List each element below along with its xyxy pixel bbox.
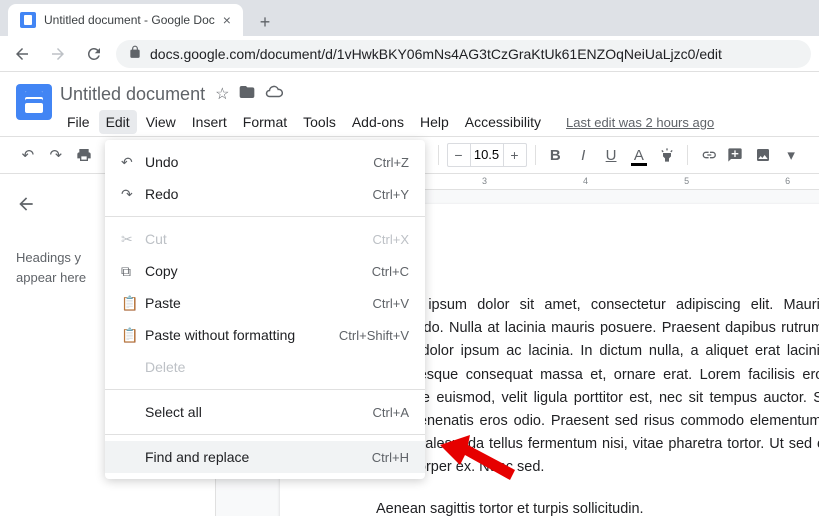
- last-edit-link[interactable]: Last edit was 2 hours ago: [566, 115, 714, 130]
- undo-button[interactable]: ↶: [16, 142, 40, 168]
- menu-item-shortcut: Ctrl+Y: [373, 187, 409, 202]
- menu-item-copy[interactable]: ⧉CopyCtrl+C: [105, 255, 425, 287]
- browser-toolbar: docs.google.com/document/d/1vHwkBKY06mNs…: [0, 36, 819, 72]
- insert-image-button[interactable]: [751, 142, 775, 168]
- menu-item-undo[interactable]: ↶UndoCtrl+Z: [105, 146, 425, 178]
- tab-title: Untitled document - Google Doc: [44, 13, 215, 27]
- redo-icon: ↷: [121, 186, 145, 203]
- menu-item-select-all[interactable]: Select allCtrl+A: [105, 396, 425, 428]
- back-button[interactable]: [8, 40, 36, 68]
- move-icon[interactable]: [239, 84, 255, 105]
- menu-item-label: Copy: [145, 263, 372, 279]
- link-icon: [700, 147, 716, 163]
- docs-favicon: [20, 12, 36, 28]
- reload-button[interactable]: [80, 40, 108, 68]
- menu-item-cut: ✂CutCtrl+X: [105, 223, 425, 255]
- docs-header: Untitled document ☆ File Edit View Inser…: [0, 72, 819, 136]
- undo-icon: ↶: [121, 154, 145, 171]
- menu-help[interactable]: Help: [413, 110, 456, 134]
- underline-button[interactable]: U: [599, 142, 623, 168]
- menu-separator: [105, 216, 425, 217]
- print-icon: [76, 147, 92, 163]
- menu-edit[interactable]: Edit: [99, 110, 137, 134]
- cut-icon: ✂: [121, 231, 145, 248]
- annotation-arrow-icon: [440, 430, 520, 495]
- forward-button[interactable]: [44, 40, 72, 68]
- address-bar[interactable]: docs.google.com/document/d/1vHwkBKY06mNs…: [116, 40, 811, 68]
- arrow-left-icon: [13, 45, 31, 63]
- edit-menu-dropdown: ↶UndoCtrl+Z↷RedoCtrl+Y✂CutCtrl+X⧉CopyCtr…: [105, 140, 425, 479]
- arrow-right-icon: [49, 45, 67, 63]
- highlight-button[interactable]: [655, 142, 679, 168]
- browser-tab[interactable]: Untitled document - Google Doc ×: [8, 4, 243, 36]
- menu-item-delete: Delete: [105, 351, 425, 383]
- text-color-button[interactable]: A: [627, 142, 651, 168]
- menu-item-label: Find and replace: [145, 449, 372, 465]
- font-size-decrease[interactable]: −: [448, 147, 470, 163]
- url-text: docs.google.com/document/d/1vHwkBKY06mNs…: [150, 46, 722, 62]
- add-comment-button[interactable]: [724, 142, 748, 168]
- menu-item-label: Redo: [145, 186, 373, 202]
- menu-item-shortcut: Ctrl+V: [373, 296, 409, 311]
- menu-accessibility[interactable]: Accessibility: [458, 110, 548, 134]
- insert-link-button[interactable]: [696, 142, 720, 168]
- italic-button[interactable]: I: [571, 142, 595, 168]
- menu-item-shortcut: Ctrl+A: [373, 405, 409, 420]
- arrow-left-icon: [16, 194, 36, 214]
- menu-item-shortcut: Ctrl+C: [372, 264, 409, 279]
- menu-item-redo[interactable]: ↷RedoCtrl+Y: [105, 178, 425, 210]
- outline-collapse-button[interactable]: [16, 194, 40, 218]
- font-size-value[interactable]: 10.5: [470, 144, 504, 166]
- menu-item-shortcut: Ctrl+X: [373, 232, 409, 247]
- menu-item-shortcut: Ctrl+Z: [373, 155, 409, 170]
- browser-tab-strip: Untitled document - Google Doc × +: [0, 0, 819, 36]
- redo-button[interactable]: ↷: [44, 142, 68, 168]
- paragraph: Aenean sagittis tortor et turpis sollici…: [376, 498, 819, 517]
- menu-item-label: Delete: [145, 359, 409, 375]
- cloud-status-icon[interactable]: [265, 83, 283, 106]
- menu-item-label: Paste without formatting: [145, 327, 339, 343]
- menu-item-find-and-replace[interactable]: Find and replaceCtrl+H: [105, 441, 425, 473]
- lock-icon: [128, 45, 142, 62]
- menu-item-label: Undo: [145, 154, 373, 170]
- menu-separator: [105, 389, 425, 390]
- docs-logo-icon[interactable]: [16, 84, 52, 120]
- menu-item-label: Cut: [145, 231, 373, 247]
- print-button[interactable]: [72, 142, 96, 168]
- image-icon: [755, 147, 771, 163]
- highlight-icon: [659, 147, 675, 163]
- menu-item-paste[interactable]: 📋PasteCtrl+V: [105, 287, 425, 319]
- font-size-increase[interactable]: +: [504, 147, 526, 163]
- document-title[interactable]: Untitled document: [60, 84, 205, 105]
- menu-insert[interactable]: Insert: [185, 110, 234, 134]
- menu-tools[interactable]: Tools: [296, 110, 343, 134]
- comment-icon: [727, 147, 743, 163]
- new-tab-button[interactable]: +: [251, 8, 279, 36]
- font-size-control: − 10.5 +: [447, 143, 527, 167]
- menubar: File Edit View Insert Format Tools Add-o…: [60, 108, 803, 136]
- menu-addons[interactable]: Add-ons: [345, 110, 411, 134]
- menu-item-label: Paste: [145, 295, 373, 311]
- reload-icon: [85, 45, 103, 63]
- menu-item-label: Select all: [145, 404, 373, 420]
- menu-separator: [105, 434, 425, 435]
- menu-view[interactable]: View: [139, 110, 183, 134]
- copy-icon: ⧉: [121, 263, 145, 280]
- paste-icon: 📋: [121, 295, 145, 312]
- menu-file[interactable]: File: [60, 110, 97, 134]
- menu-item-paste-without-formatting[interactable]: 📋Paste without formattingCtrl+Shift+V: [105, 319, 425, 351]
- menu-item-shortcut: Ctrl+Shift+V: [339, 328, 409, 343]
- menu-item-shortcut: Ctrl+H: [372, 450, 409, 465]
- image-dropdown-icon[interactable]: ▾: [779, 142, 803, 168]
- close-tab-icon[interactable]: ×: [223, 12, 231, 28]
- menu-format[interactable]: Format: [236, 110, 294, 134]
- star-icon[interactable]: ☆: [215, 84, 229, 104]
- paste-icon: 📋: [121, 327, 145, 344]
- bold-button[interactable]: B: [543, 142, 567, 168]
